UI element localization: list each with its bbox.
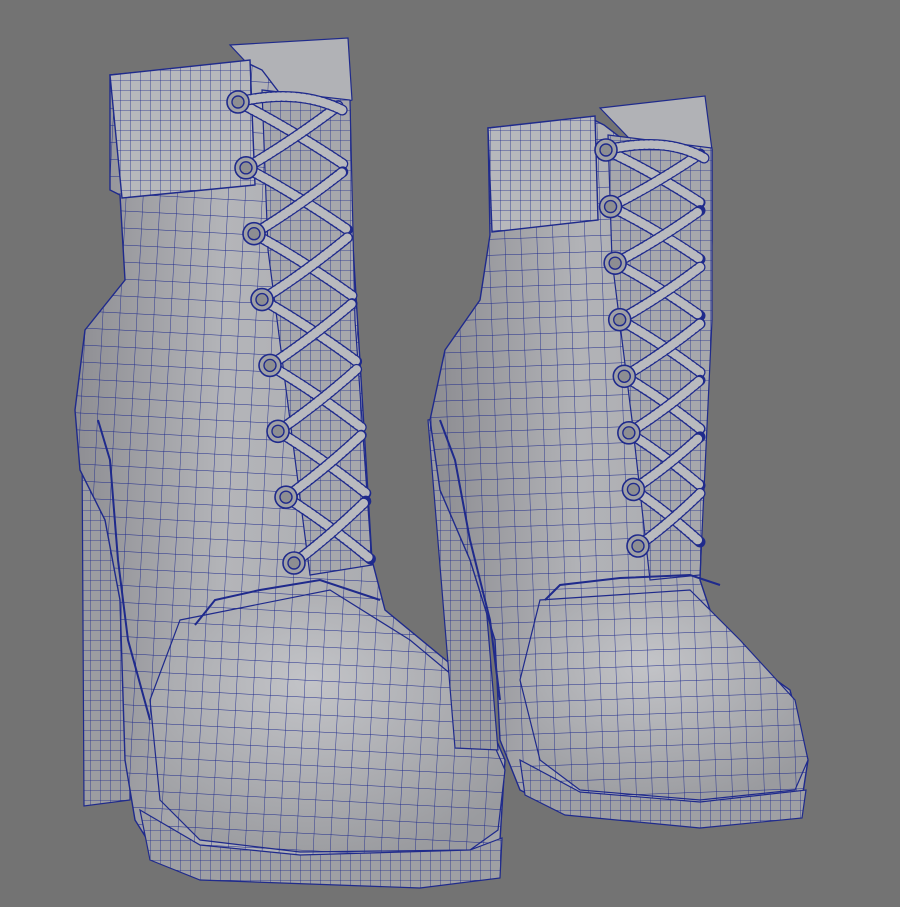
eyelet-hole xyxy=(603,199,618,214)
left-collar-grid xyxy=(110,60,255,198)
viewport-canvas xyxy=(74,37,809,889)
eyelet-hole xyxy=(247,227,261,241)
eyelet-hole xyxy=(231,95,245,109)
right-toe-cap-grid xyxy=(520,590,808,800)
eyelet-hole xyxy=(599,143,613,157)
eyelet-hole xyxy=(287,556,301,570)
eyelet-hole xyxy=(613,313,627,327)
right-collar-grid xyxy=(488,116,598,232)
eyelet-hole xyxy=(631,539,645,553)
eyelet-hole xyxy=(279,490,293,504)
3d-viewport[interactable] xyxy=(0,0,900,907)
eyelet-hole xyxy=(626,482,641,497)
eyelet-hole xyxy=(622,426,636,440)
eyelet-hole xyxy=(255,292,269,307)
boot-right-mesh[interactable] xyxy=(427,95,809,829)
eyelet-hole xyxy=(608,256,622,270)
eyelet-hole xyxy=(271,424,285,438)
eyelet-hole xyxy=(239,161,253,175)
eyelet-hole xyxy=(617,369,631,383)
eyelet-hole xyxy=(263,358,277,373)
